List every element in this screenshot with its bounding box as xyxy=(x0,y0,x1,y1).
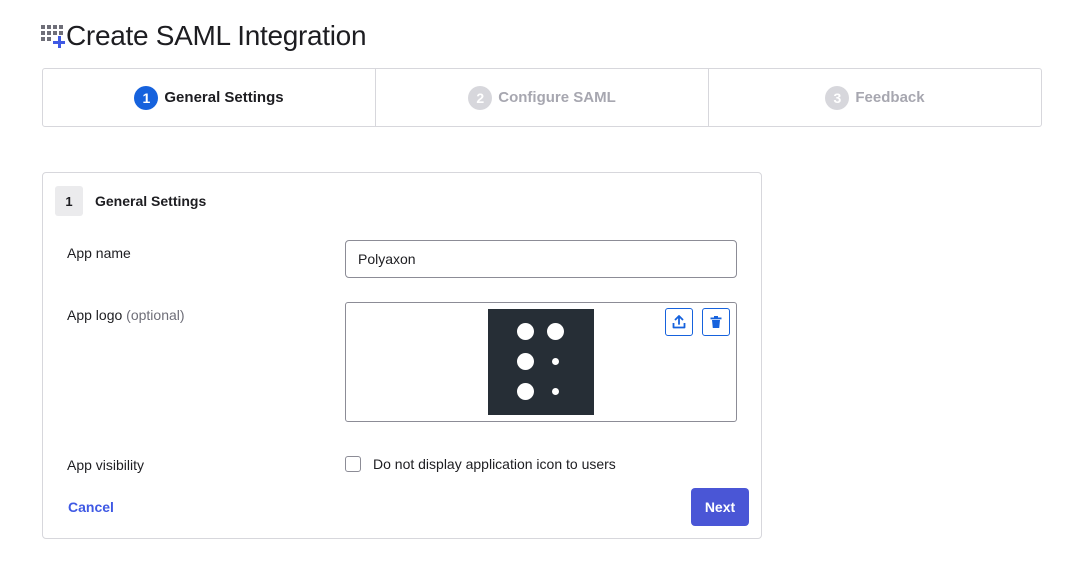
wizard-steps: 1 General Settings 2 Configure SAML 3 Fe… xyxy=(42,68,1042,127)
section-title: General Settings xyxy=(95,193,207,209)
step-label: Configure SAML xyxy=(498,89,616,106)
step-number-badge: 3 xyxy=(825,85,850,110)
app-grid-plus-icon xyxy=(40,23,66,49)
app-name-input[interactable] xyxy=(345,240,737,278)
section-number-badge: 1 xyxy=(55,186,83,216)
step-number-badge: 2 xyxy=(468,85,493,110)
optional-hint: (optional) xyxy=(126,307,185,323)
upload-logo-button[interactable] xyxy=(665,308,693,336)
delete-logo-button[interactable] xyxy=(702,308,730,336)
hide-app-icon-checkbox-label[interactable]: Do not display application icon to users xyxy=(373,456,616,472)
wizard-step-general-settings[interactable]: 1 General Settings xyxy=(43,69,376,126)
wizard-step-feedback: 3 Feedback xyxy=(709,69,1041,126)
step-label: Feedback xyxy=(855,89,925,106)
app-logo-label: App logo (optional) xyxy=(67,307,185,323)
card-header: 1 General Settings xyxy=(55,186,206,216)
general-settings-card: 1 General Settings App name App logo (op… xyxy=(42,172,762,539)
page-title: Create SAML Integration xyxy=(66,20,367,51)
step-label: General Settings xyxy=(164,89,284,106)
wizard-step-configure-saml: 2 Configure SAML xyxy=(376,69,709,126)
page-header: Create SAML Integration xyxy=(40,18,367,54)
app-logo-label-text: App logo xyxy=(67,307,123,323)
step-number-badge: 1 xyxy=(134,85,159,110)
cancel-button[interactable]: Cancel xyxy=(68,499,114,515)
hide-app-icon-checkbox[interactable] xyxy=(345,456,361,472)
app-name-label: App name xyxy=(67,245,131,261)
upload-icon xyxy=(672,315,686,329)
app-visibility-label: App visibility xyxy=(67,457,145,473)
trash-icon xyxy=(710,316,722,328)
app-logo-dropzone[interactable] xyxy=(345,302,737,422)
next-button[interactable]: Next xyxy=(691,488,749,526)
app-logo-image xyxy=(488,309,594,415)
